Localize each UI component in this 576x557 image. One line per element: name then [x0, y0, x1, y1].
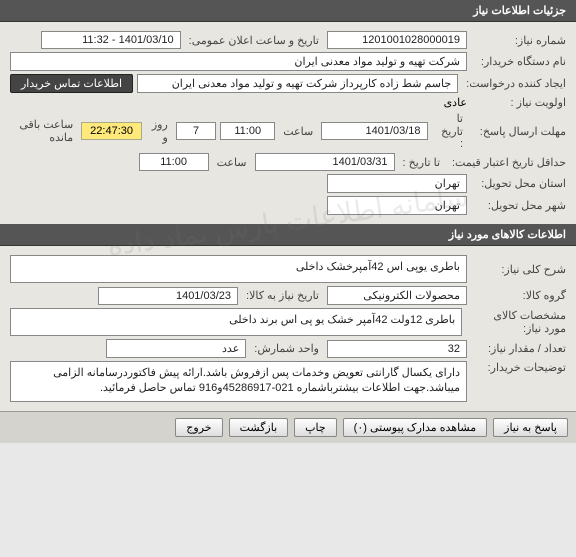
validity-date-value: 1401/03/31	[255, 153, 395, 171]
priority-label: اولویت نیاز :	[471, 96, 566, 109]
qty-value: 32	[327, 340, 467, 358]
city-value: تهران	[327, 196, 467, 215]
group-label: گروه کالا:	[471, 289, 566, 302]
remaining-label: ساعت باقی مانده	[10, 118, 77, 144]
days-label: روز و	[146, 118, 172, 144]
buyer-value: شرکت تهیه و تولید مواد معدنی ایران	[10, 52, 467, 71]
notes-label: توضیحات خریدار:	[471, 361, 566, 374]
countdown-timer: 22:47:30	[81, 122, 142, 140]
creator-value: جاسم شط زاده کارپرداز شرکت تهیه و تولید …	[137, 74, 458, 93]
province-label: استان محل تحویل:	[471, 177, 566, 190]
section-header-need: جزئیات اطلاعات نیاز	[0, 0, 576, 22]
priority-value: عادی	[444, 96, 467, 109]
print-button[interactable]: چاپ	[294, 418, 337, 437]
announce-value: 1401/03/10 - 11:32	[41, 31, 181, 49]
need-date-label: تاریخ نیاز به کالا:	[242, 289, 323, 302]
deadline-label: مهلت ارسال پاسخ:	[471, 125, 566, 138]
city-label: شهر محل تحویل:	[471, 199, 566, 212]
buyer-label: نام دستگاه خریدار:	[471, 55, 566, 68]
contact-buyer-button[interactable]: اطلاعات تماس خریدار	[10, 74, 133, 93]
validity-label: حداقل تاریخ اعتبار قیمت:	[448, 156, 566, 169]
validity-time-value: 11:00	[139, 153, 209, 171]
qty-label: تعداد / مقدار نیاز:	[471, 342, 566, 355]
spec-value: باطری 12ولت 42آمپر خشک یو پی اس برند داخ…	[10, 308, 462, 336]
goods-info-section: شرح کلی نیاز: باطری یوپی اس 42آمپرخشک دا…	[0, 246, 576, 411]
announce-label: تاریخ و ساعت اعلان عمومی:	[185, 34, 323, 47]
deadline-time-value: 11:00	[220, 122, 275, 140]
desc-label: شرح کلی نیاز:	[471, 263, 566, 276]
time-label-1: ساعت	[279, 125, 317, 138]
unit-value: عدد	[106, 339, 246, 358]
footer-toolbar: پاسخ به نیاز مشاهده مدارک پیوستی (۰) چاپ…	[0, 411, 576, 443]
reply-button[interactable]: پاسخ به نیاز	[493, 418, 568, 437]
to-date-label-2: تا تاریخ :	[399, 156, 444, 169]
need-info-section: شماره نیاز: 1201001028000019 تاریخ و ساع…	[0, 22, 576, 224]
time-label-2: ساعت	[213, 156, 251, 169]
back-button[interactable]: بازگشت	[229, 418, 289, 437]
need-date-value: 1401/03/23	[98, 287, 238, 305]
creator-label: ایجاد کننده درخواست:	[462, 77, 566, 90]
unit-label: واحد شمارش:	[250, 342, 323, 355]
province-value: تهران	[327, 174, 467, 193]
days-value: 7	[176, 122, 216, 140]
to-date-label-1: تا تاریخ :	[432, 112, 467, 150]
deadline-date-value: 1401/03/18	[321, 122, 427, 140]
need-number-value: 1201001028000019	[327, 31, 467, 49]
notes-value: دارای یکسال گارانتی تعویض وخدمات پس ازفر…	[10, 361, 467, 402]
exit-button[interactable]: خروج	[175, 418, 222, 437]
need-number-label: شماره نیاز:	[471, 34, 566, 47]
desc-value: باطری یوپی اس 42آمپرخشک داخلی	[10, 255, 467, 283]
attachments-button[interactable]: مشاهده مدارک پیوستی (۰)	[343, 418, 487, 437]
spec-label: مشخصات کالای مورد نیاز:	[466, 309, 566, 335]
section-header-goods: اطلاعات کالاهای مورد نیاز	[0, 224, 576, 246]
group-value: محصولات الکترونیکی	[327, 286, 467, 305]
